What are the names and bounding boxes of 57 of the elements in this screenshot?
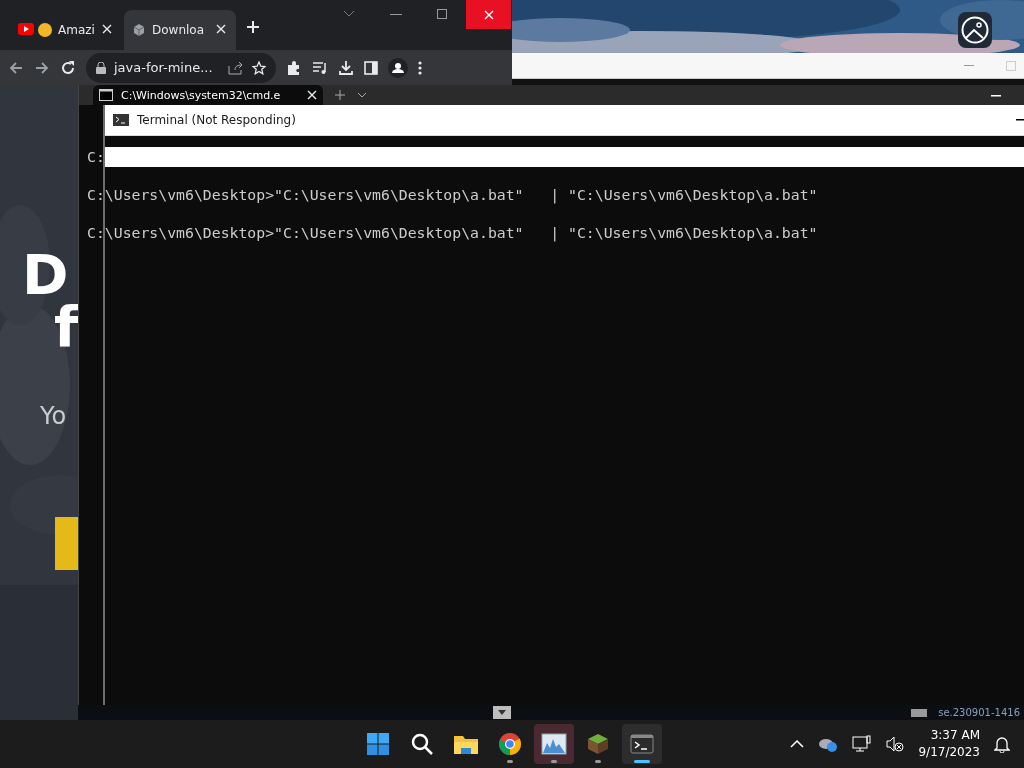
folder-icon[interactable] <box>453 733 479 755</box>
more-icon[interactable] <box>418 59 422 76</box>
build-text: se.230901-1416 <box>938 707 1020 718</box>
chrome-icon[interactable] <box>498 732 522 756</box>
close-icon[interactable] <box>102 24 112 34</box>
emoji-icon <box>38 23 52 37</box>
share-icon[interactable] <box>228 60 244 75</box>
playlist-icon[interactable] <box>312 59 328 76</box>
star-icon[interactable] <box>252 60 266 75</box>
maximize-icon[interactable] <box>437 9 447 19</box>
chevron-up-icon[interactable] <box>790 740 805 748</box>
terminal-icon[interactable] <box>630 734 654 754</box>
chevron-down-icon[interactable] <box>343 10 355 18</box>
terminal-tab[interactable]: C:\Windows\system32\cmd.e <box>93 85 323 105</box>
grass-block-icon[interactable] <box>587 733 609 755</box>
address-bar[interactable]: java-for-mine... <box>86 52 276 83</box>
windows-icon[interactable] <box>366 732 390 756</box>
taskbar-app[interactable] <box>534 724 574 764</box>
close-icon <box>483 9 494 20</box>
minimize-icon[interactable] <box>390 14 402 16</box>
console-line: C: <box>87 147 105 166</box>
cloud-icon[interactable] <box>818 736 839 752</box>
console-line: C:\Users\vm6\Desktop>"C:\Users\vm6\Desktop\a.bat" | "C:\Users\vm6\Desktop\a.bat" <box>87 223 818 242</box>
minimize-icon[interactable] <box>1016 119 1024 121</box>
browser-tab[interactable]: Amazi <box>10 10 122 50</box>
back-icon[interactable] <box>8 59 24 76</box>
cmd-icon <box>99 89 113 101</box>
caret-down-icon[interactable] <box>498 710 506 715</box>
lock-icon <box>96 61 106 74</box>
puzzle-icon[interactable] <box>286 59 302 76</box>
page-subtitle: Yo <box>40 402 67 430</box>
bell-icon[interactable] <box>994 735 1010 753</box>
minimize-icon[interactable] <box>991 95 1001 97</box>
side-panel-icon[interactable] <box>364 60 378 75</box>
scroll-down-button[interactable] <box>493 706 511 719</box>
profile-icon[interactable] <box>388 57 408 78</box>
box-icon <box>132 23 146 37</box>
close-icon[interactable] <box>307 90 317 100</box>
clock[interactable]: 3:37 AM 9/17/2023 <box>918 727 980 761</box>
window-title: Terminal (Not Responding) <box>137 113 296 127</box>
forward-icon[interactable] <box>34 59 50 76</box>
time-text: 3:37 AM <box>930 727 980 744</box>
close-icon[interactable] <box>216 24 226 34</box>
reload-icon[interactable] <box>60 59 76 76</box>
youtube-icon <box>18 23 34 35</box>
chevron-down-icon[interactable] <box>357 92 367 98</box>
search-icon[interactable] <box>410 732 434 756</box>
chart-icon[interactable] <box>541 733 567 755</box>
network-icon[interactable] <box>852 735 873 753</box>
date-text: 9/17/2023 <box>918 744 980 761</box>
console-line: C:\Users\vm6\Desktop>"C:\Users\vm6\Desktop\a.bat" | "C:\Users\vm6\Desktop\a.bat" <box>87 185 818 204</box>
taskbar-app[interactable] <box>622 724 662 764</box>
muted-speaker-icon[interactable] <box>886 736 905 752</box>
download-icon[interactable] <box>338 59 354 76</box>
scroll-thumb[interactable] <box>911 708 927 717</box>
terminal-icon <box>113 114 129 126</box>
browser-tab[interactable]: Downloa <box>124 10 236 50</box>
